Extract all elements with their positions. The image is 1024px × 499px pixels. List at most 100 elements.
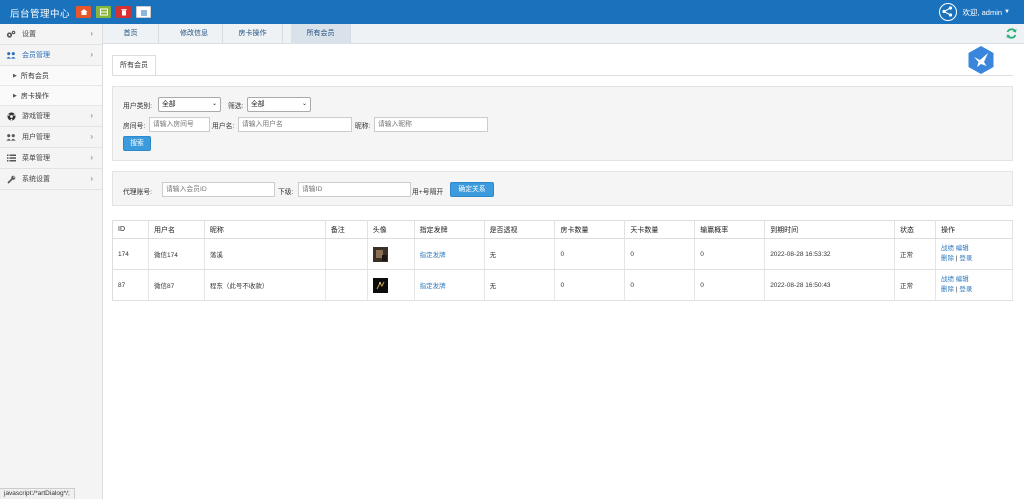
cell-id: 87 — [112, 269, 149, 301]
username-input[interactable] — [238, 117, 352, 132]
user-type-select[interactable]: 全部 ⌄ — [158, 97, 221, 112]
user-type-value: 全部 — [162, 101, 176, 108]
cell-remark — [325, 238, 368, 270]
avatar-image — [372, 246, 388, 262]
main-content: 所有会员 用户类别: 全部 ⌄ 筛选: 全部 ⌄ 房间号: 用户名: 昵称: 搜… — [103, 45, 1024, 499]
tab-edit-info[interactable]: 修改信息 — [166, 24, 223, 44]
agent-panel: 代理账号: 下级: 用+号隔开 确定关系 — [112, 171, 1013, 206]
delete-link[interactable]: 删除 — [941, 255, 954, 262]
trash-icon — [120, 9, 127, 16]
table-row: 174 微信174 落溪 指定发牌 无 0 0 0 2022-08-28 16:… — [112, 238, 1014, 270]
grid-button[interactable] — [96, 6, 111, 18]
col-header: 备注 — [325, 220, 368, 239]
cell-win-rate: 0 — [694, 269, 766, 301]
col-header: 天卡数量 — [624, 220, 696, 239]
col-header: 操作 — [935, 220, 1014, 239]
chevron-right-icon: › — [90, 153, 93, 162]
username-label: 用户名: — [212, 123, 235, 130]
cell-remark — [325, 269, 368, 301]
cell-id: 174 — [112, 238, 149, 270]
room-number-input[interactable] — [149, 117, 210, 132]
sidebar-subitem-label: 房卡操作 — [20, 92, 49, 100]
chevron-right-icon: › — [90, 50, 93, 59]
agent-id-input[interactable] — [162, 182, 275, 197]
sub-id-input[interactable] — [298, 182, 411, 197]
sidebar-item-settings[interactable]: 设置 › — [0, 24, 102, 45]
sidebar-item-label: 游戏管理 — [22, 113, 50, 120]
tab-home[interactable]: 首页 — [103, 24, 159, 44]
sidebar-item-label: 系统设置 — [22, 176, 50, 183]
col-header: 输赢概率 — [694, 220, 766, 239]
sidebar-subitem-room-card[interactable]: ▶ 房卡操作 — [0, 86, 102, 106]
cell-nickname: 程东（此号不收款） — [204, 269, 326, 301]
cell-see-through: 无 — [484, 269, 556, 301]
table-row: 87 微信87 程东（此号不收款） 指定发牌 无 0 0 0 2022-08-2… — [112, 269, 1014, 301]
sidebar: 设置 › 会员管理 › ▶ 所有会员 ▶ 房卡操作 游戏管理 › 用户管理 › … — [0, 24, 103, 499]
sidebar-item-system-settings[interactable]: 系统设置 › — [0, 169, 102, 190]
cell-nickname: 落溪 — [204, 238, 326, 270]
sidebar-item-members[interactable]: 会员管理 › — [0, 45, 102, 66]
sidebar-subitem-all-members[interactable]: ▶ 所有会员 — [0, 66, 102, 86]
col-header: ID — [112, 220, 149, 239]
op-separator: | — [955, 286, 958, 293]
triangle-right-icon: ▶ — [13, 92, 17, 99]
edit-link[interactable]: 编辑 — [956, 245, 969, 252]
dropdown-arrow-icon: ⌄ — [301, 101, 307, 107]
caret-down-icon: ▼ — [1004, 9, 1010, 15]
op-separator: | — [955, 255, 958, 262]
record-link[interactable]: 战绩 — [941, 276, 954, 283]
sidebar-item-label: 用户管理 — [22, 134, 50, 141]
users-icon — [6, 51, 16, 60]
col-header: 昵称 — [204, 220, 326, 239]
cell-operations: 战绩 编辑 删除 | 登录 — [935, 238, 1014, 270]
search-button[interactable]: 搜索 — [123, 136, 151, 151]
assign-deal-link[interactable]: 指定发牌 — [420, 252, 446, 259]
confirm-relation-button[interactable]: 确定关系 — [450, 182, 494, 197]
record-link[interactable]: 战绩 — [941, 245, 954, 252]
bird-logo-icon — [967, 45, 995, 77]
col-header: 房卡数量 — [554, 220, 626, 239]
screen-select[interactable]: 全部 ⌄ — [247, 97, 311, 112]
avatar-image — [372, 277, 388, 293]
screen-value: 全部 — [251, 101, 265, 108]
home-icon — [80, 9, 87, 15]
wrench-icon — [6, 175, 16, 184]
chevron-right-icon: › — [90, 111, 93, 120]
edit-link[interactable]: 编辑 — [956, 276, 969, 283]
gears-icon — [6, 30, 16, 39]
tab-all-members[interactable]: 所有会员 — [291, 24, 351, 44]
refresh-icon[interactable] — [1005, 27, 1018, 42]
sidebar-item-menus[interactable]: 菜单管理 › — [0, 148, 102, 169]
cell-username: 微信87 — [148, 269, 205, 301]
col-header: 是否透视 — [484, 220, 556, 239]
nickname-label: 昵称: — [355, 123, 371, 130]
cell-avatar — [367, 238, 415, 270]
login-link[interactable]: 登录 — [959, 286, 972, 293]
login-link[interactable]: 登录 — [959, 255, 972, 262]
list-button[interactable] — [136, 6, 151, 18]
sidebar-item-label: 设置 — [22, 31, 36, 38]
sidebar-item-games[interactable]: 游戏管理 › — [0, 106, 102, 127]
cell-day-cards: 0 — [624, 269, 696, 301]
delete-link[interactable]: 删除 — [941, 286, 954, 293]
soccer-icon — [6, 112, 16, 121]
sub-label: 下级: — [278, 189, 294, 196]
sidebar-item-label: 会员管理 — [22, 52, 50, 59]
cell-win-rate: 0 — [694, 238, 766, 270]
chevron-right-icon: › — [90, 174, 93, 183]
brand-title: 后台管理中心 — [10, 9, 71, 20]
user-menu[interactable]: 欢迎, admin ▼ — [939, 3, 1010, 21]
nickname-input[interactable] — [374, 117, 488, 132]
room-label: 房间号: — [123, 123, 146, 130]
trash-button[interactable] — [116, 6, 131, 18]
triangle-right-icon: ▶ — [13, 72, 17, 79]
users-icon — [6, 133, 16, 142]
cell-avatar — [367, 269, 415, 301]
assign-deal-link[interactable]: 指定发牌 — [420, 283, 446, 290]
tab-room-card[interactable]: 房卡操作 — [223, 24, 283, 44]
sidebar-item-users[interactable]: 用户管理 › — [0, 127, 102, 148]
subtab-all-members[interactable]: 所有会员 — [112, 55, 156, 76]
cell-status: 正常 — [894, 238, 936, 270]
cell-day-cards: 0 — [624, 238, 696, 270]
home-button[interactable] — [76, 6, 91, 18]
